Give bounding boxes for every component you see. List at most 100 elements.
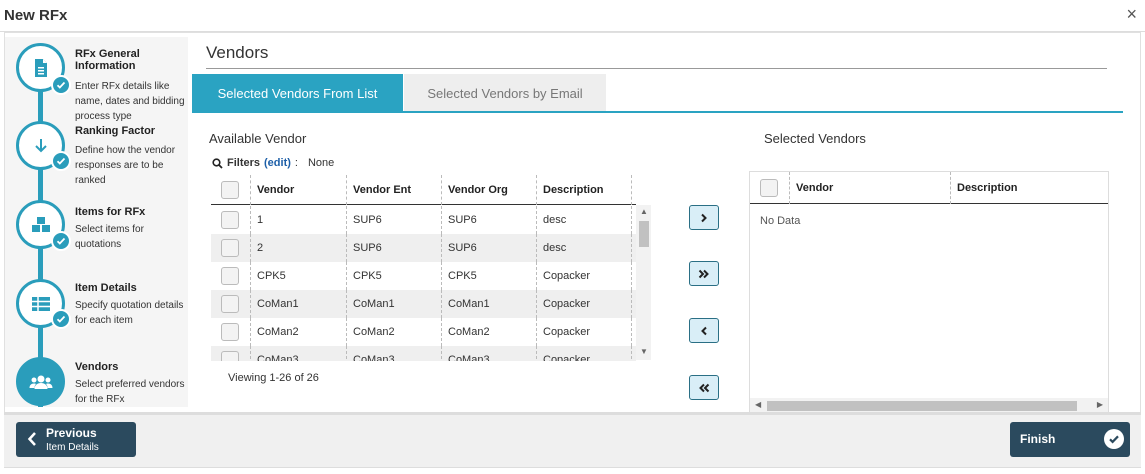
scroll-down-icon[interactable]: ▼ xyxy=(640,347,648,356)
check-icon xyxy=(51,309,71,329)
double-chevron-right-icon xyxy=(698,269,709,278)
remove-all-button[interactable] xyxy=(689,375,719,400)
cell-vendor-org: SUP6 xyxy=(442,206,537,234)
cell-vendor-ent: CoMan1 xyxy=(347,290,442,318)
wizard-steps: RFx General Information Enter RFx detail… xyxy=(5,37,188,407)
scroll-thumb[interactable] xyxy=(639,221,649,247)
table-row[interactable]: 1 SUP6 SUP6 desc xyxy=(211,206,636,234)
table-row[interactable]: CoMan3 CoMan3 CoMan3 Copacker xyxy=(211,346,636,361)
table-row[interactable]: 2 SUP6 SUP6 desc xyxy=(211,234,636,262)
cell-vendor-ent: SUP6 xyxy=(347,206,442,234)
select-all-checkbox[interactable] xyxy=(221,181,239,199)
available-vendor-label: Available Vendor xyxy=(209,131,307,146)
cell-vendor: CoMan1 xyxy=(251,290,347,318)
filters-edit-link[interactable]: (edit) xyxy=(264,157,291,169)
step-ranking-factor[interactable]: Ranking Factor Define how the vendor res… xyxy=(5,117,188,187)
step-items-for-rfx[interactable]: Items for RFx Select items for quotation… xyxy=(5,197,188,267)
cell-vendor-ent: SUP6 xyxy=(347,234,442,262)
tab-selected-vendors-by-email[interactable]: Selected Vendors by Email xyxy=(404,74,606,112)
selected-vendors-grid: Vendor Description xyxy=(749,171,1109,415)
wizard-footer xyxy=(4,412,1141,468)
scroll-right-icon[interactable]: ▶ xyxy=(1097,400,1103,409)
cell-description: Copacker xyxy=(537,290,632,318)
cell-vendor: CoMan2 xyxy=(251,318,347,346)
check-icon xyxy=(51,231,71,251)
step-description: Select items for quotations xyxy=(75,224,144,250)
grid-header: Vendor Vendor Ent Vendor Org Description xyxy=(211,175,636,205)
cell-vendor-ent: CPK5 xyxy=(347,262,442,290)
cell-vendor-ent: CoMan2 xyxy=(347,318,442,346)
move-selected-button[interactable] xyxy=(689,205,719,230)
step-description: Select preferred vendors for the RFx xyxy=(75,379,185,405)
row-checkbox[interactable] xyxy=(221,351,239,361)
previous-step-name: Item Details xyxy=(46,442,99,453)
filters-colon: : xyxy=(294,157,298,169)
page-title: Vendors xyxy=(206,43,269,62)
select-all-cell xyxy=(750,172,790,204)
previous-label: Previous xyxy=(46,426,97,440)
finish-button[interactable]: Finish xyxy=(1010,422,1130,457)
users-icon xyxy=(16,357,65,406)
selected-grid-header-wrap: Vendor Description xyxy=(750,172,1108,206)
scroll-thumb[interactable] xyxy=(767,401,1077,411)
step-title: RFx General Information xyxy=(75,48,140,72)
row-checkbox[interactable] xyxy=(221,211,239,229)
cell-vendor: 2 xyxy=(251,234,347,262)
selected-grid-hscrollbar[interactable]: ◀ ▶ xyxy=(750,398,1108,413)
chevron-left-icon xyxy=(27,432,36,446)
cell-vendor-org: CoMan2 xyxy=(442,318,537,346)
filters-bar: Filters (edit): None xyxy=(212,157,334,169)
column-header-description[interactable]: Description xyxy=(951,172,1108,204)
previous-button[interactable]: Previous Item Details xyxy=(16,422,136,457)
step-description: Define how the vendor responses are to b… xyxy=(75,145,176,186)
remove-selected-button[interactable] xyxy=(689,318,719,343)
step-title: Ranking Factor xyxy=(75,125,156,137)
search-icon xyxy=(212,157,223,169)
cell-description: Copacker xyxy=(537,346,632,361)
column-header-vendor-ent[interactable]: Vendor Ent xyxy=(347,175,442,205)
dialog-title-bar: New RFx × xyxy=(0,0,1145,32)
row-checkbox[interactable] xyxy=(221,295,239,313)
column-header-vendor[interactable]: Vendor xyxy=(790,172,951,204)
select-all-checkbox[interactable] xyxy=(760,179,778,197)
empty-state-text: No Data xyxy=(760,215,801,227)
row-select-cell xyxy=(211,206,251,234)
available-grid-scrollbar[interactable]: ▲ ▼ xyxy=(636,205,651,360)
chevron-left-icon xyxy=(701,326,707,335)
table-row[interactable]: CPK5 CPK5 CPK5 Copacker xyxy=(211,262,636,290)
move-all-button[interactable] xyxy=(689,261,719,286)
row-checkbox[interactable] xyxy=(221,267,239,285)
row-checkbox[interactable] xyxy=(221,323,239,341)
chevron-right-icon xyxy=(701,213,707,222)
check-icon xyxy=(51,75,71,95)
double-chevron-left-icon xyxy=(699,383,710,392)
column-header-description[interactable]: Description xyxy=(537,175,632,205)
step-description: Specify quotation details for each item xyxy=(75,300,184,326)
step-rfx-general-information[interactable]: RFx General Information Enter RFx detail… xyxy=(5,40,188,122)
cell-description: Copacker xyxy=(537,318,632,346)
cell-description: Copacker xyxy=(537,262,632,290)
tab-divider xyxy=(192,111,1123,113)
step-title: Item Details xyxy=(75,282,137,294)
cell-vendor-org: CoMan3 xyxy=(442,346,537,361)
finish-label: Finish xyxy=(1020,432,1056,446)
step-item-details[interactable]: Item Details Specify quotation details f… xyxy=(5,277,188,347)
step-title: Vendors xyxy=(75,361,119,373)
column-header-vendor[interactable]: Vendor xyxy=(251,175,347,205)
cell-vendor-org: CoMan1 xyxy=(442,290,537,318)
column-header-vendor-org[interactable]: Vendor Org xyxy=(442,175,537,205)
close-icon[interactable]: × xyxy=(1126,5,1137,23)
scroll-up-icon[interactable]: ▲ xyxy=(640,207,648,216)
table-row[interactable]: CoMan1 CoMan1 CoMan1 Copacker xyxy=(211,290,636,318)
check-circle-icon xyxy=(1104,429,1124,449)
scroll-left-icon[interactable]: ◀ xyxy=(755,400,761,409)
row-checkbox[interactable] xyxy=(221,239,239,257)
tab-selected-vendors-from-list[interactable]: Selected Vendors From List xyxy=(192,74,403,112)
table-row[interactable]: CoMan2 CoMan2 CoMan2 Copacker xyxy=(211,318,636,346)
row-select-cell xyxy=(211,262,251,290)
check-icon xyxy=(51,151,71,171)
step-vendors[interactable]: Vendors Select preferred vendors for the… xyxy=(5,353,188,407)
cell-description: desc xyxy=(537,206,632,234)
dialog-title: New RFx xyxy=(4,7,68,24)
cell-vendor-org: SUP6 xyxy=(442,234,537,262)
